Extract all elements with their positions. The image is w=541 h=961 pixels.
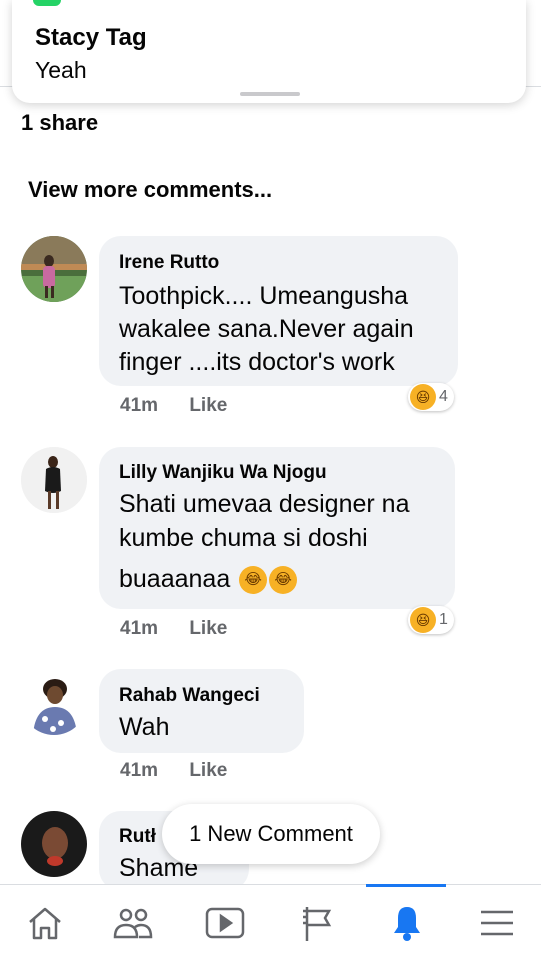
tab-menu[interactable] [452, 885, 541, 961]
comment-text-line: Shati umevaa designer na [119, 490, 410, 518]
comment-meta: 41m Like [120, 618, 253, 640]
comment-text-line: finger ....its doctor's work [119, 348, 395, 376]
like-button[interactable]: Like [189, 760, 227, 781]
reaction-summary[interactable]: 😆 4 [408, 383, 454, 411]
avatar[interactable] [21, 669, 87, 735]
comment-text-line: wakalee sana.Never again [119, 315, 414, 343]
friends-icon [113, 908, 153, 939]
whatsapp-icon [33, 0, 61, 6]
tab-watch[interactable] [180, 885, 270, 961]
comment-author[interactable]: Rahab Wangeci [119, 685, 260, 707]
tab-home[interactable] [0, 885, 90, 961]
avatar[interactable] [21, 811, 87, 877]
tab-notifications[interactable] [362, 885, 452, 961]
comment-meta: 41m Like [120, 760, 253, 782]
reaction-count: 4 [439, 388, 448, 405]
share-count[interactable]: 1 share [21, 110, 98, 136]
comment-author[interactable]: Lilly Wanjiku Wa Njogu [119, 462, 327, 484]
tab-pages[interactable] [272, 885, 362, 961]
tab-friends[interactable] [88, 885, 178, 961]
notification-title: Stacy Tag [35, 24, 147, 51]
comment-text: buaaanaa [119, 565, 231, 593]
comment-text-line-with-emoji: buaaanaa 😂 😂 [119, 563, 298, 596]
comment-text-line: kumbe chuma si doshi [119, 524, 368, 552]
comment-meta: 41m Like [120, 395, 253, 417]
notification-banner[interactable]: Stacy Tag Yeah [12, 0, 526, 103]
reaction-count: 1 [439, 611, 448, 628]
reaction-summary[interactable]: 😆 1 [408, 606, 454, 634]
notifications-icon [394, 907, 420, 941]
comment-time: 41m [120, 395, 159, 416]
notification-body: Yeah [35, 57, 87, 83]
comment-author[interactable]: Rutł [119, 826, 156, 848]
new-comment-pill[interactable]: 1 New Comment [162, 804, 380, 864]
joy-emoji: 😂 [239, 566, 268, 595]
haha-icon: 😆 [410, 607, 436, 633]
comment-text-line: Wah [119, 713, 170, 741]
bottom-tab-bar [0, 884, 541, 961]
joy-emoji: 😂 [269, 566, 298, 595]
comment-time: 41m [120, 760, 159, 781]
watch-icon [205, 907, 245, 939]
like-button[interactable]: Like [189, 395, 227, 416]
comment-text-line: Toothpick.... Umeangusha [119, 282, 409, 310]
drag-handle[interactable] [240, 92, 300, 96]
avatar[interactable] [21, 447, 87, 513]
menu-icon [481, 910, 513, 936]
like-button[interactable]: Like [189, 618, 227, 639]
view-more-comments-link[interactable]: View more comments... [28, 177, 272, 203]
pages-icon [303, 907, 332, 941]
haha-icon: 😆 [410, 384, 436, 410]
home-icon [29, 907, 61, 940]
comment-time: 41m [120, 618, 159, 639]
avatar[interactable] [21, 236, 87, 302]
comment-author[interactable]: Irene Rutto [119, 252, 219, 274]
